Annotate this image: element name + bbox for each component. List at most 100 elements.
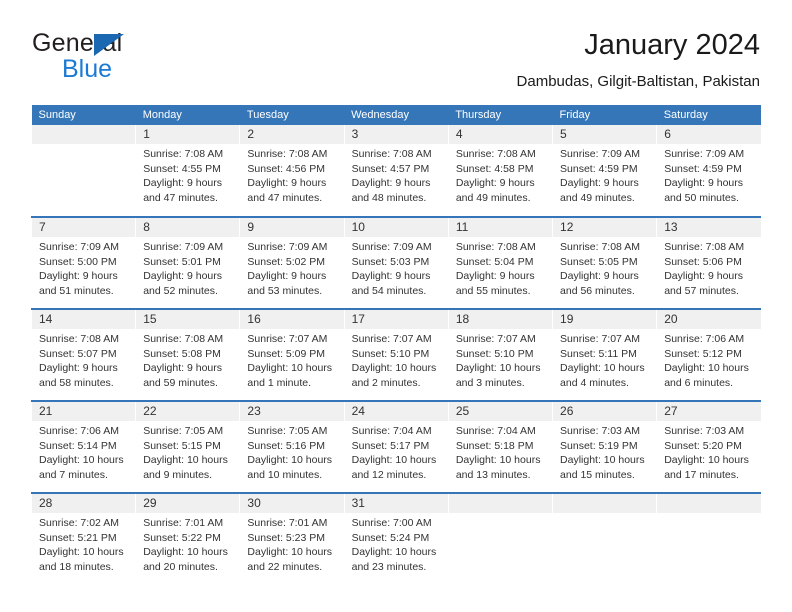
day-cell[interactable]: 4 Sunrise: 7:08 AM Sunset: 4:58 PM Dayli… [447,125,553,217]
general-blue-logo[interactable]: General Blue [32,28,272,86]
day-cell[interactable]: 1 Sunrise: 7:08 AM Sunset: 4:55 PM Dayli… [135,125,240,217]
daylight-text-line2: and 47 minutes. [247,191,323,204]
sunrise-text: Sunrise: 7:08 AM [143,148,224,160]
day-cell[interactable]: 3 Sunrise: 7:08 AM Sunset: 4:57 PM Dayli… [343,125,449,217]
daylight-text-line1: Daylight: 10 hours [664,454,749,467]
page-subtitle: Dambudas, Gilgit-Baltistan, Pakistan [516,73,760,90]
day-cell[interactable]: 28 Sunrise: 7:02 AM Sunset: 5:21 PM Dayl… [30,492,136,585]
day-cell[interactable]: 10 Sunrise: 7:09 AM Sunset: 5:03 PM Dayl… [343,216,449,309]
day-cell[interactable]: 29 Sunrise: 7:01 AM Sunset: 5:22 PM Dayl… [135,492,240,585]
sunset-text: Sunset: 5:05 PM [560,255,638,268]
day-number: 29 [136,494,240,513]
day-details: Sunrise: 7:07 AM Sunset: 5:11 PM Dayligh… [553,329,656,390]
weekday-header-friday: Friday [552,105,657,125]
sunset-text: Sunset: 5:14 PM [39,439,117,452]
day-number: 25 [448,402,553,421]
daylight-text-line1: Daylight: 10 hours [143,454,228,467]
day-cell[interactable]: 24 Sunrise: 7:04 AM Sunset: 5:17 PM Dayl… [343,400,449,493]
day-number: 28 [32,494,136,513]
day-cell[interactable]: 25 Sunrise: 7:04 AM Sunset: 5:18 PM Dayl… [447,400,553,493]
daylight-text-line1: Daylight: 9 hours [143,270,222,283]
calendar-week-row: 21 Sunrise: 7:06 AM Sunset: 5:14 PM Dayl… [30,400,761,493]
daylight-text-line1: Daylight: 9 hours [351,270,431,283]
daylight-text-line1: Daylight: 10 hours [560,454,645,467]
day-cell[interactable]: 21 Sunrise: 7:06 AM Sunset: 5:14 PM Dayl… [30,400,136,493]
day-number: 1 [136,125,240,144]
day-number: 24 [344,402,448,421]
daylight-text-line2: and 48 minutes. [351,191,427,204]
day-cell[interactable]: 19 Sunrise: 7:07 AM Sunset: 5:11 PM Dayl… [552,308,657,401]
day-details: Sunrise: 7:08 AM Sunset: 5:05 PM Dayligh… [553,237,656,298]
page-header: General Blue January 2024 Dambudas, Gilg… [32,28,760,98]
day-cell[interactable] [30,125,136,217]
sunset-text: Sunset: 5:18 PM [455,439,534,452]
day-cell[interactable]: 27 Sunrise: 7:03 AM Sunset: 5:20 PM Dayl… [656,400,761,493]
daylight-text-line1: Daylight: 9 hours [664,270,744,283]
sunset-text: Sunset: 5:17 PM [351,439,430,452]
sunset-text: Sunset: 5:12 PM [664,347,742,360]
day-cell[interactable]: 31 Sunrise: 7:00 AM Sunset: 5:24 PM Dayl… [343,492,449,585]
day-cell[interactable]: 26 Sunrise: 7:03 AM Sunset: 5:19 PM Dayl… [552,400,657,493]
weekday-header-thursday: Thursday [448,105,553,125]
day-cell[interactable] [656,492,761,585]
sunrise-text: Sunrise: 7:08 AM [560,241,640,253]
day-details: Sunrise: 7:09 AM Sunset: 4:59 PM Dayligh… [553,144,656,205]
daylight-text-line2: and 17 minutes. [664,468,739,481]
day-cell[interactable]: 14 Sunrise: 7:08 AM Sunset: 5:07 PM Dayl… [30,308,136,401]
day-details: Sunrise: 7:03 AM Sunset: 5:20 PM Dayligh… [657,421,761,482]
sunset-text: Sunset: 5:16 PM [247,439,326,452]
daylight-text-line2: and 12 minutes. [351,468,427,481]
sunset-text: Sunset: 4:55 PM [143,162,221,175]
sunrise-text: Sunrise: 7:08 AM [455,148,536,160]
sunset-text: Sunset: 5:04 PM [455,255,534,268]
day-cell[interactable]: 12 Sunrise: 7:08 AM Sunset: 5:05 PM Dayl… [552,216,657,309]
day-cell[interactable]: 8 Sunrise: 7:09 AM Sunset: 5:01 PM Dayli… [135,216,240,309]
sunset-text: Sunset: 5:22 PM [143,531,221,544]
weekday-header-monday: Monday [135,105,240,125]
daylight-text-line2: and 10 minutes. [247,468,323,481]
day-number [553,494,657,513]
sunrise-text: Sunrise: 7:08 AM [39,333,119,345]
daylight-text-line2: and 20 minutes. [143,560,218,573]
daylight-text-line1: Daylight: 9 hours [143,362,222,375]
day-details: Sunrise: 7:07 AM Sunset: 5:10 PM Dayligh… [449,329,552,390]
day-cell[interactable]: 18 Sunrise: 7:07 AM Sunset: 5:10 PM Dayl… [447,308,553,401]
day-cell[interactable]: 5 Sunrise: 7:09 AM Sunset: 4:59 PM Dayli… [552,125,657,217]
sunrise-sunset-calendar: Sunday Monday Tuesday Wednesday Thursday… [30,105,761,585]
day-details [32,144,135,147]
sunset-text: Sunset: 4:58 PM [455,162,534,175]
day-cell[interactable]: 22 Sunrise: 7:05 AM Sunset: 5:15 PM Dayl… [135,400,240,493]
day-cell[interactable]: 11 Sunrise: 7:08 AM Sunset: 5:04 PM Dayl… [447,216,553,309]
day-cell[interactable]: 30 Sunrise: 7:01 AM Sunset: 5:23 PM Dayl… [239,492,345,585]
day-cell[interactable]: 15 Sunrise: 7:08 AM Sunset: 5:08 PM Dayl… [135,308,240,401]
daylight-text-line2: and 51 minutes. [39,284,114,297]
day-cell[interactable]: 9 Sunrise: 7:09 AM Sunset: 5:02 PM Dayli… [239,216,345,309]
sunset-text: Sunset: 5:19 PM [560,439,638,452]
daylight-text-line2: and 56 minutes. [560,284,635,297]
day-number [657,494,761,513]
sunrise-text: Sunrise: 7:04 AM [351,425,432,437]
daylight-text-line2: and 49 minutes. [560,191,635,204]
day-cell[interactable]: 7 Sunrise: 7:09 AM Sunset: 5:00 PM Dayli… [30,216,136,309]
day-cell[interactable] [552,492,657,585]
day-cell[interactable]: 6 Sunrise: 7:09 AM Sunset: 4:59 PM Dayli… [656,125,761,217]
sunset-text: Sunset: 5:20 PM [664,439,742,452]
daylight-text-line2: and 18 minutes. [39,560,114,573]
day-cell[interactable]: 20 Sunrise: 7:06 AM Sunset: 5:12 PM Dayl… [656,308,761,401]
day-number: 7 [32,218,136,237]
day-cell[interactable]: 13 Sunrise: 7:08 AM Sunset: 5:06 PM Dayl… [656,216,761,309]
daylight-text-line2: and 54 minutes. [351,284,427,297]
day-number: 12 [553,218,657,237]
sunset-text: Sunset: 5:10 PM [455,347,534,360]
sunset-text: Sunset: 5:02 PM [247,255,326,268]
daylight-text-line2: and 2 minutes. [351,376,421,389]
day-cell[interactable]: 2 Sunrise: 7:08 AM Sunset: 4:56 PM Dayli… [239,125,345,217]
day-cell[interactable]: 23 Sunrise: 7:05 AM Sunset: 5:16 PM Dayl… [239,400,345,493]
day-details: Sunrise: 7:09 AM Sunset: 5:00 PM Dayligh… [32,237,135,298]
weekday-header-saturday: Saturday [656,105,761,125]
day-cell[interactable] [447,492,553,585]
daylight-text-line2: and 13 minutes. [455,468,531,481]
day-cell[interactable]: 16 Sunrise: 7:07 AM Sunset: 5:09 PM Dayl… [239,308,345,401]
daylight-text-line1: Daylight: 10 hours [39,454,124,467]
day-cell[interactable]: 17 Sunrise: 7:07 AM Sunset: 5:10 PM Dayl… [343,308,449,401]
